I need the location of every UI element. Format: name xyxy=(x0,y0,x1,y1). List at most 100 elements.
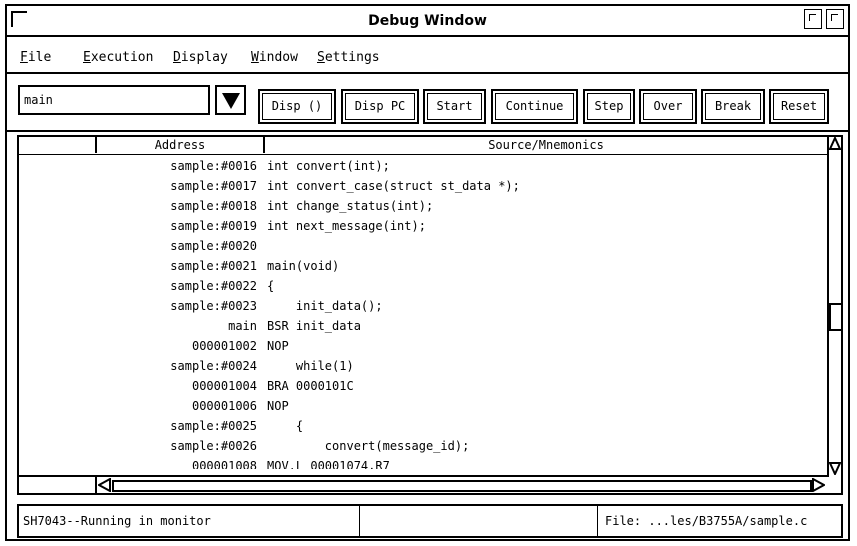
listing-row[interactable]: sample:#0019 int next_message(int); xyxy=(19,217,827,237)
reset-label: Reset xyxy=(780,99,818,113)
source-listing[interactable]: Address Source/Mnemonics sample:#0016 int… xyxy=(17,135,843,495)
address-input[interactable]: main xyxy=(18,85,210,115)
listing-row[interactable]: 000001006 NOP xyxy=(19,397,827,417)
menu-window-mnemonic: W xyxy=(251,50,259,65)
scroll-down-icon[interactable] xyxy=(829,461,841,475)
row-source: MOV.L 00001074,R7 xyxy=(267,459,390,469)
menu-display-label: isplay xyxy=(180,50,228,65)
scroll-right-icon[interactable] xyxy=(811,478,825,492)
horizontal-scrollbar[interactable] xyxy=(19,475,827,493)
listing-row[interactable]: sample:#0020 xyxy=(19,237,827,257)
vertical-scroll-thumb[interactable] xyxy=(829,303,841,331)
listing-row[interactable]: sample:#0018 int change_status(int); xyxy=(19,197,827,217)
row-source: int convert_case(struct st_data *); xyxy=(267,179,520,193)
break-label: Break xyxy=(714,99,752,113)
listing-row[interactable]: sample:#0022 { xyxy=(19,277,827,297)
header-source[interactable]: Source/Mnemonics xyxy=(265,137,827,153)
menu-file[interactable]: File xyxy=(20,50,51,65)
menu-display-mnemonic: D xyxy=(173,50,181,65)
listing-row[interactable]: 000001008 MOV.L 00001074,R7 xyxy=(19,457,827,469)
row-source: BSR init_data xyxy=(267,319,361,333)
row-address: 000001006 xyxy=(191,399,257,413)
listing-row[interactable]: sample:#0017 int convert_case(struct st_d… xyxy=(19,177,827,197)
title-bar[interactable]: Debug Window xyxy=(7,6,848,37)
row-source: BRA 0000101C xyxy=(267,379,354,393)
break-button[interactable]: Break xyxy=(701,89,765,124)
row-source: while(1) xyxy=(267,359,354,373)
row-address: 000001002 xyxy=(191,339,257,353)
triangle-down-icon xyxy=(222,93,240,109)
maximize-button[interactable] xyxy=(826,9,844,29)
start-button[interactable]: Start xyxy=(423,89,486,124)
listing-row[interactable]: 000001004 BRA 0000101C xyxy=(19,377,827,397)
row-source: init_data(); xyxy=(267,299,383,313)
status-file: File: ...les/B3755A/sample.c xyxy=(605,514,808,528)
menu-display[interactable]: Display xyxy=(173,50,228,65)
status-bar: SH7043--Running in monitor File: ...les/… xyxy=(17,504,843,538)
row-address: sample:#0026 xyxy=(170,439,257,453)
hscroll-corner xyxy=(19,477,97,493)
over-button[interactable]: Over xyxy=(639,89,697,124)
status-middle xyxy=(359,506,598,536)
menu-window[interactable]: Window xyxy=(251,50,298,65)
over-label: Over xyxy=(653,99,683,113)
listing-row[interactable]: sample:#0016 int convert(int); xyxy=(19,157,827,177)
menu-settings[interactable]: Settings xyxy=(317,50,380,65)
listing-rows: sample:#0016 int convert(int); sample:#00… xyxy=(19,157,827,469)
reset-button[interactable]: Reset xyxy=(769,89,829,124)
scroll-left-icon[interactable] xyxy=(98,478,112,492)
menu-settings-label: ettings xyxy=(324,50,380,65)
row-address: sample:#0019 xyxy=(170,219,257,233)
row-source: int convert(int); xyxy=(267,159,390,173)
minimize-icon xyxy=(809,14,816,21)
header-blank-column[interactable] xyxy=(19,137,97,153)
debug-window: Debug Window File Execution Display Wind… xyxy=(5,4,850,541)
row-address: 000001004 xyxy=(191,379,257,393)
menu-execution-label: xecution xyxy=(90,50,154,65)
row-source: int next_message(int); xyxy=(267,219,426,233)
row-source: { xyxy=(267,419,304,433)
listing-row[interactable]: 000001002 NOP xyxy=(19,337,827,357)
scroll-up-icon[interactable] xyxy=(829,137,841,151)
header-address[interactable]: Address xyxy=(97,137,265,153)
row-source: convert(message_id); xyxy=(267,439,470,453)
disp-func-label: Disp () xyxy=(271,99,323,113)
row-source: main(void) xyxy=(267,259,340,273)
horizontal-scroll-thumb[interactable] xyxy=(112,480,812,492)
maximize-icon xyxy=(831,14,838,21)
row-address: sample:#0021 xyxy=(170,259,257,273)
menu-execution-mnemonic: E xyxy=(83,50,91,65)
row-address: main xyxy=(228,319,257,333)
row-address: sample:#0022 xyxy=(170,279,257,293)
menu-file-label: ile xyxy=(27,50,52,65)
address-combo[interactable]: main xyxy=(18,85,247,115)
listing-row[interactable]: sample:#0025 { xyxy=(19,417,827,437)
minimize-button[interactable] xyxy=(804,9,822,29)
menu-bar: File Execution Display Window Settings xyxy=(7,37,848,74)
row-address: sample:#0023 xyxy=(170,299,257,313)
menu-settings-mnemonic: S xyxy=(317,50,325,65)
menu-execution[interactable]: Execution xyxy=(83,50,153,65)
combo-dropdown-button[interactable] xyxy=(215,85,246,115)
listing-row[interactable]: sample:#0023 init_data(); xyxy=(19,297,827,317)
menu-file-mnemonic: F xyxy=(20,50,28,65)
listing-row[interactable]: sample:#0021 main(void) xyxy=(19,257,827,277)
row-source: NOP xyxy=(267,399,289,413)
listing-row[interactable]: main BSR init_data xyxy=(19,317,827,337)
continue-label: Continue xyxy=(505,99,564,113)
listing-row[interactable]: sample:#0026 convert(message_id); xyxy=(19,437,827,457)
start-label: Start xyxy=(436,99,473,113)
disp-pc-button[interactable]: Disp PC xyxy=(341,89,419,124)
listing-row[interactable]: sample:#0024 while(1) xyxy=(19,357,827,377)
row-source: { xyxy=(267,279,275,293)
disp-func-button[interactable]: Disp () xyxy=(258,89,336,124)
window-title: Debug Window xyxy=(368,13,487,29)
row-address: sample:#0025 xyxy=(170,419,257,433)
listing-header: Address Source/Mnemonics xyxy=(19,137,827,155)
row-address: sample:#0017 xyxy=(170,179,257,193)
continue-button[interactable]: Continue xyxy=(491,89,578,124)
toolbar: main Disp () Disp PC Start Continue Step… xyxy=(7,74,848,132)
step-button[interactable]: Step xyxy=(583,89,635,124)
vertical-scrollbar[interactable] xyxy=(827,137,841,477)
row-address: sample:#0024 xyxy=(170,359,257,373)
